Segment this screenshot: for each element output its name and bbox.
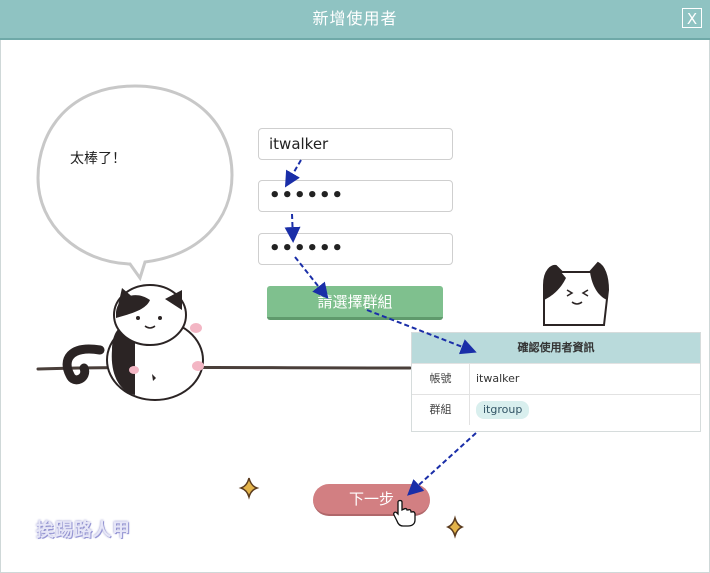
arrow-password-to-confirm <box>284 213 301 243</box>
hand-cursor-icon <box>393 499 416 527</box>
arrow-username-to-password <box>284 159 302 188</box>
arrow-group-to-card <box>366 309 477 355</box>
arrow-confirm-to-group <box>294 256 329 300</box>
arrow-card-to-next <box>407 432 477 496</box>
flow-arrows <box>284 159 477 527</box>
